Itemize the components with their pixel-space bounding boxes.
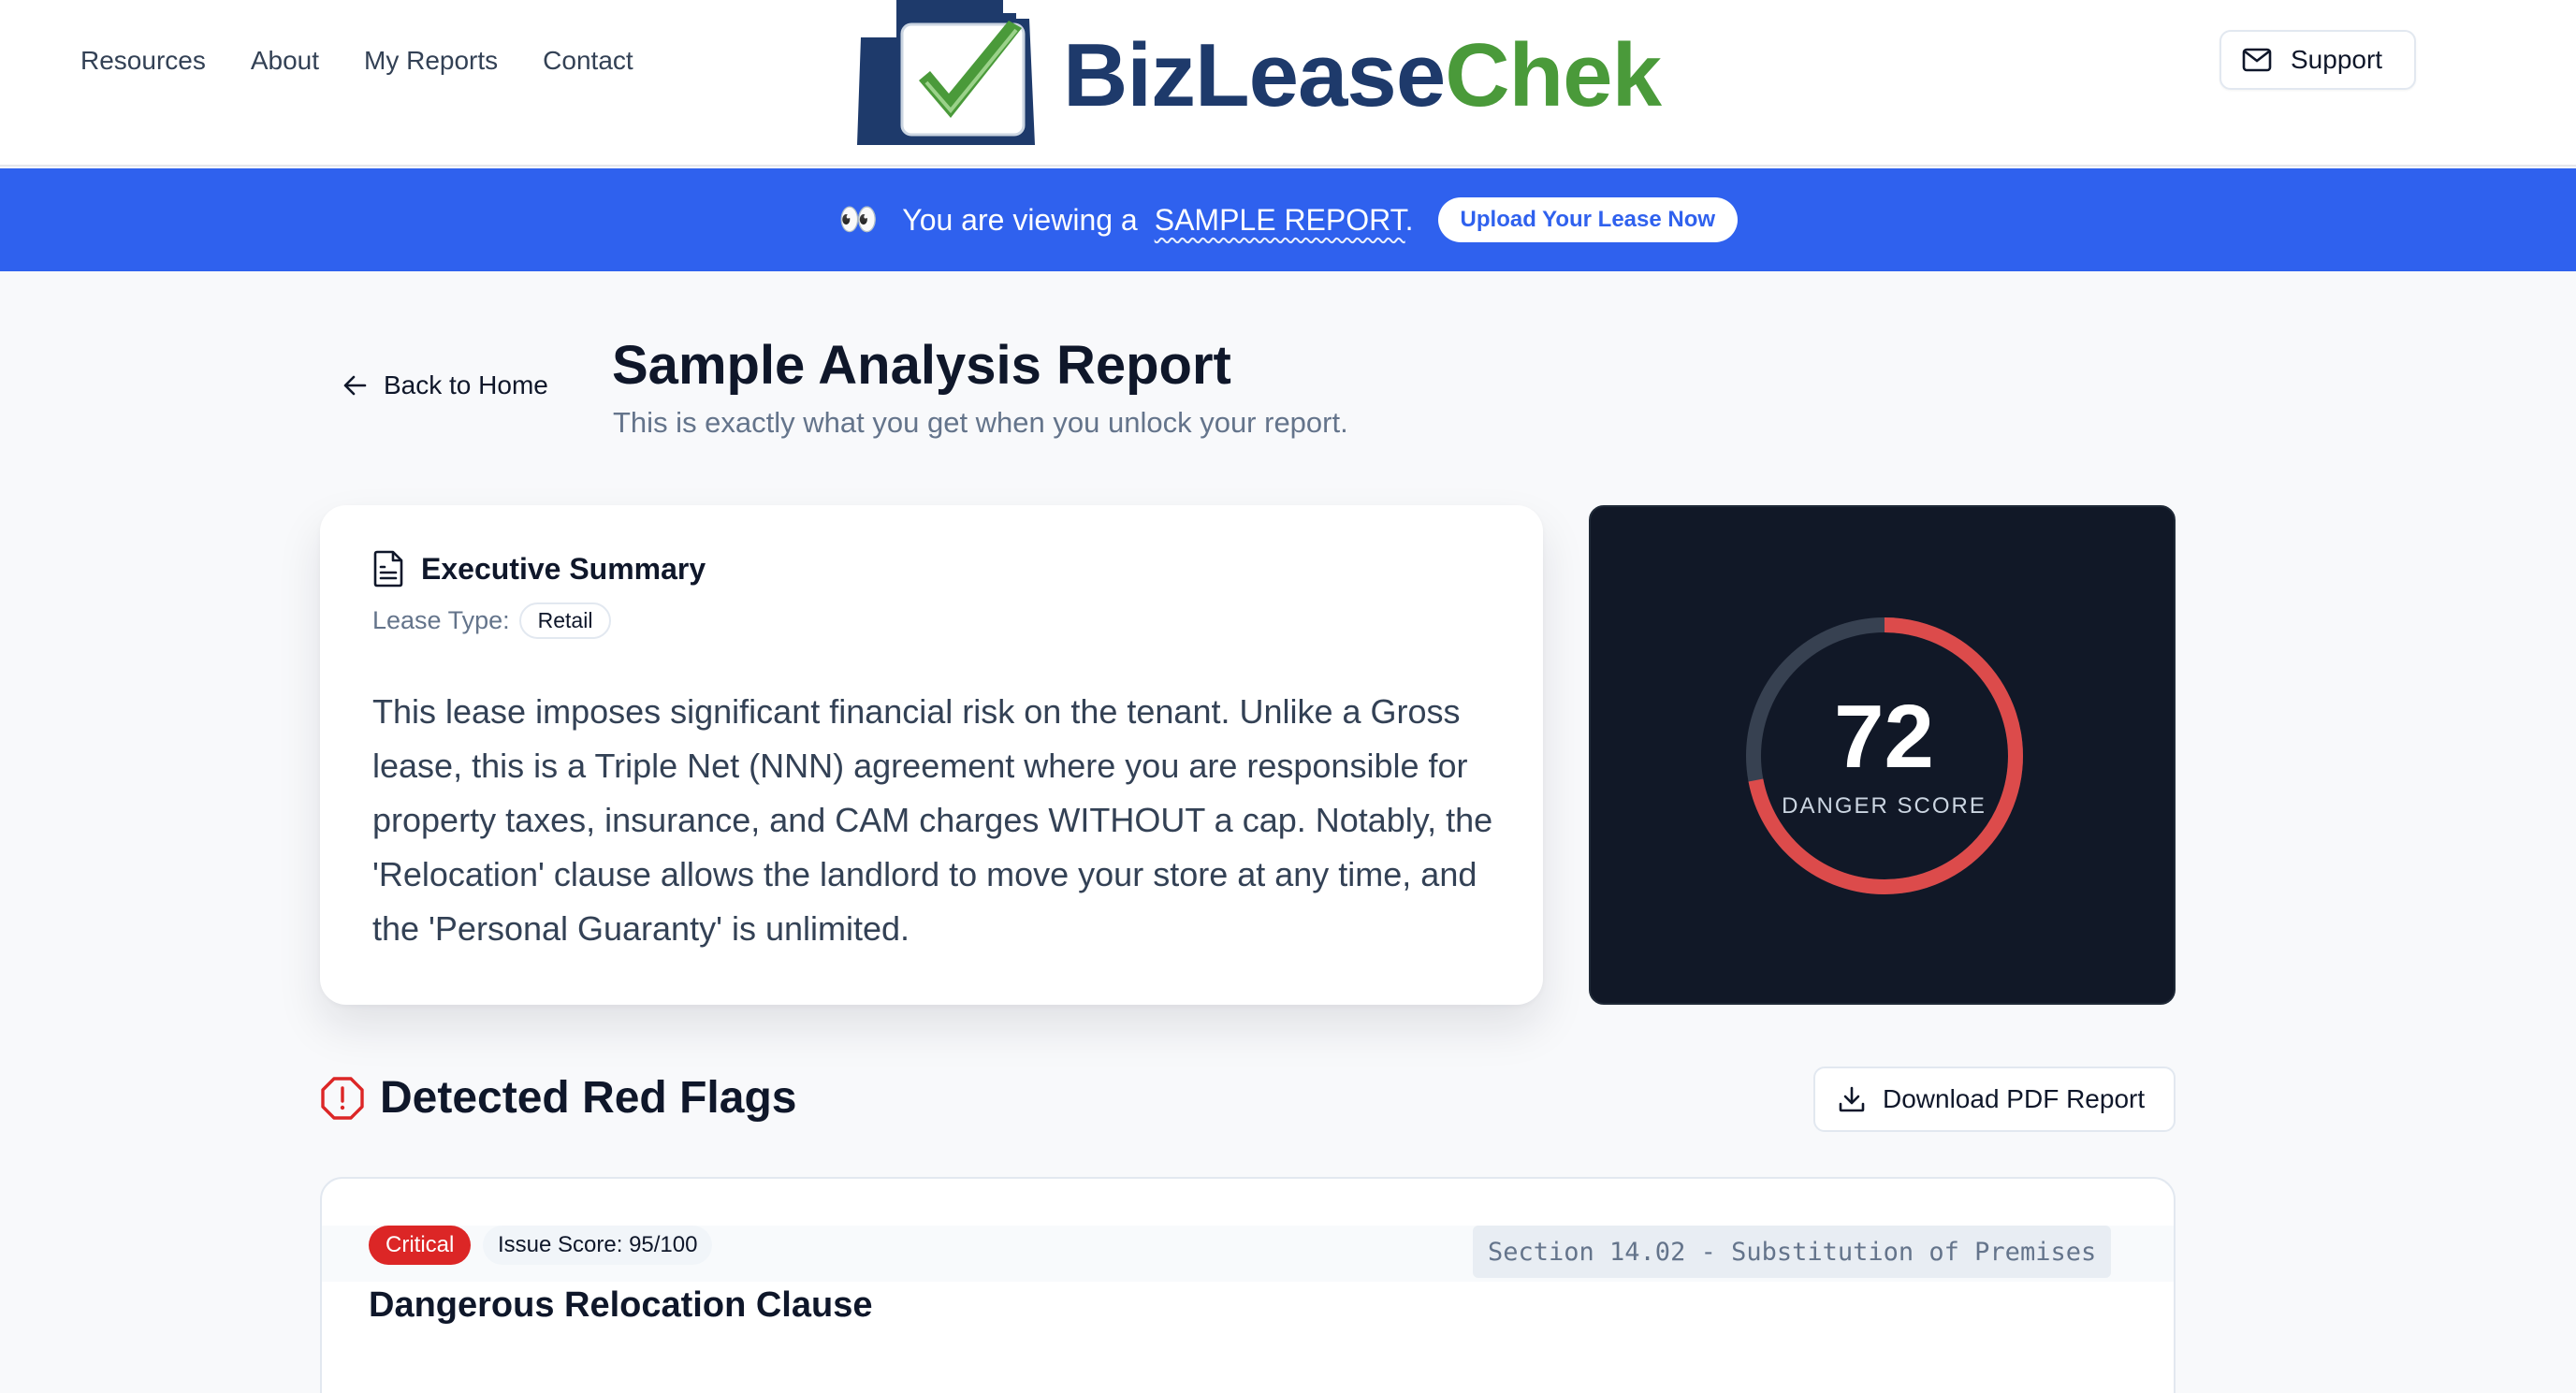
red-flags-title: Detected Red Flags: [380, 1073, 797, 1123]
executive-summary-text: This lease imposes significant financial…: [372, 692, 1493, 948]
upload-lease-button[interactable]: Upload Your Lease Now: [1437, 197, 1739, 242]
banner-text-prefix: You are viewing a: [902, 202, 1138, 237]
download-pdf-label: Download PDF Report: [1883, 1084, 2146, 1113]
mail-icon: [2242, 48, 2272, 72]
brand-logo[interactable]: BizLeaseChek: [838, 0, 1662, 150]
sample-report-banner: 👀 You are viewing a SAMPLE REPORT. Uploa…: [0, 168, 2576, 271]
nav-link-my-reports[interactable]: My Reports: [364, 43, 498, 79]
support-button[interactable]: Support: [2219, 30, 2416, 90]
back-to-home-link[interactable]: Back to Home: [342, 370, 548, 400]
red-flag-card[interactable]: Critical Issue Score: 95/100 Section 14.…: [320, 1177, 2176, 1393]
download-icon: [1839, 1086, 1865, 1112]
severity-badge: Critical: [369, 1226, 472, 1265]
logo-text-chek: Chek: [1445, 25, 1662, 125]
issue-score-badge: Issue Score: 95/100: [483, 1226, 713, 1265]
executive-summary-card: Executive Summary Lease Type: Retail Thi…: [320, 505, 1543, 1005]
red-flag-title: Dangerous Relocation Clause: [369, 1285, 873, 1325]
back-to-home-label: Back to Home: [384, 370, 548, 399]
banner-sample-report-link[interactable]: SAMPLE REPORT: [1155, 203, 1405, 237]
download-pdf-button[interactable]: Download PDF Report: [1813, 1067, 2176, 1132]
lease-section-reference: Section 14.02 - Substitution of Premises: [1473, 1226, 2112, 1278]
nav-link-about[interactable]: About: [251, 43, 319, 79]
danger-score-value: 72: [1834, 687, 1934, 787]
executive-summary-title: Executive Summary: [421, 551, 706, 586]
lease-type-row: Lease Type: Retail: [372, 602, 612, 639]
top-navigation: Resources About My Reports Contact BizLe…: [0, 0, 2576, 167]
nav-link-resources[interactable]: Resources: [80, 43, 206, 79]
lease-type-label: Lease Type:: [372, 606, 510, 634]
danger-score-card: 72 DANGER SCORE: [1589, 505, 2176, 1005]
lease-type-badge: Retail: [518, 602, 612, 639]
logo-mark-icon: [857, 0, 1035, 145]
banner-text-suffix: .: [1404, 202, 1414, 237]
page-subtitle: This is exactly what you get when you un…: [613, 406, 1348, 439]
nav-link-contact[interactable]: Contact: [543, 43, 633, 79]
executive-summary-header: Executive Summary: [372, 550, 706, 588]
nav-links: Resources About My Reports Contact: [80, 43, 633, 79]
eyes-emoji-icon: 👀: [837, 202, 878, 238]
page-title: Sample Analysis Report: [612, 335, 1231, 396]
arrow-left-icon: [343, 375, 367, 396]
logo-text-biz: BizLease: [1063, 25, 1446, 125]
document-icon: [373, 550, 403, 588]
logo-wordmark: BizLeaseChek: [1063, 24, 1662, 127]
danger-score-label: DANGER SCORE: [1782, 793, 1987, 819]
support-button-label: Support: [2291, 45, 2383, 74]
red-flags-header: Detected Red Flags: [320, 1072, 796, 1124]
alert-octagon-icon: [321, 1076, 364, 1120]
